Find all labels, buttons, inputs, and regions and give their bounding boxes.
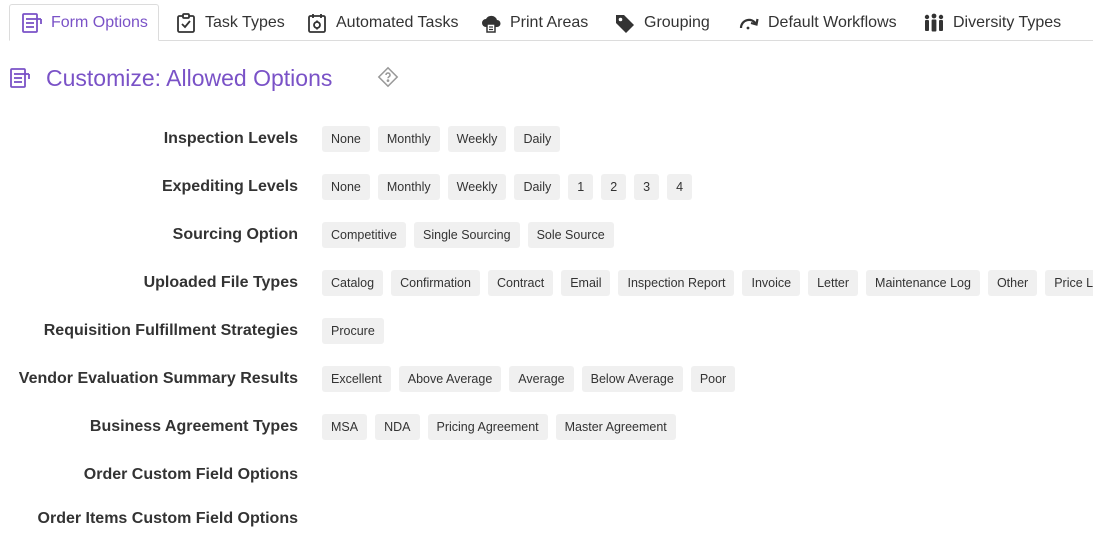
option-chips: None Monthly Weekly Daily 1 2 3 4 [322,174,693,200]
tab-task-types[interactable]: Task Types [175,4,285,41]
option-chip[interactable]: Average [509,366,574,392]
page-title: Customize: Allowed Options [46,64,333,91]
option-chip[interactable]: None [322,174,370,200]
option-chip[interactable]: Competitive [322,222,406,248]
option-chips: MSA NDA Pricing Agreement Master Agreement [322,414,676,440]
option-chip[interactable]: 2 [601,174,627,200]
tab-label: Task Types [205,13,285,31]
option-row: Order Custom Field Options [0,462,1093,490]
option-chip[interactable]: Daily [514,126,561,152]
redo-arrow-icon [738,12,760,34]
option-chip[interactable]: Single Sourcing [414,222,520,248]
option-chip[interactable]: Weekly [447,126,507,152]
option-chip[interactable]: Daily [514,174,561,200]
option-chips: Excellent Above Average Average Below Avera… [322,366,736,392]
row-label: Requisition Fulfillment Strategies [43,322,298,339]
option-chip[interactable]: Master Agreement [555,414,676,440]
tab-print-areas[interactable]: Print Areas [480,4,588,41]
option-chip[interactable]: Catalog [322,270,384,296]
option-chip[interactable]: Email [561,270,611,296]
option-chip[interactable]: Weekly [447,174,507,200]
option-chip[interactable]: MSA [322,414,368,440]
option-chips: None Monthly Weekly Daily [322,126,561,152]
option-chip[interactable]: None [322,126,370,152]
option-chip[interactable]: Inspection Report [618,270,735,296]
option-chip[interactable]: 4 [667,174,693,200]
option-row: Order Items Custom Field Options [0,506,1093,534]
option-chip[interactable]: Procure [322,318,384,344]
option-chip[interactable]: 3 [634,174,660,200]
tab-automated-tasks[interactable]: Automated Tasks [306,4,458,41]
row-label: Inspection Levels [163,130,298,147]
printer-cloud-icon [480,12,502,34]
option-chip[interactable]: Other [987,270,1038,296]
option-row: Business Agreement Types MSA NDA Pricing Ag… [0,414,1093,442]
option-chip[interactable]: Maintenance Log [866,270,980,296]
clipboard-check-icon [175,12,197,34]
row-label: Order Items Custom Field Options [37,510,298,527]
row-label: Business Agreement Types [89,418,298,435]
tab-label: Automated Tasks [336,13,459,31]
tab-label: Default Workflows [768,13,897,31]
option-row: Requisition Fulfillment Strategies Procur… [0,318,1093,346]
option-row: Sourcing Option Competitive Single Sourcin… [0,222,1093,250]
tab-label: Grouping [644,13,710,31]
option-chips: Competitive Single Sourcing Sole Source [322,222,614,248]
tab-form-options[interactable]: Form Options [9,4,159,41]
option-chip[interactable]: Excellent [322,366,391,392]
row-label: Sourcing Option [172,226,298,243]
option-chip[interactable]: Pricing Agreement [427,414,548,440]
tag-icon [614,12,636,34]
option-chips: Catalog Confirmation Contract Email Inspecti… [322,270,1093,296]
option-chip[interactable]: Price List [1045,270,1093,296]
row-label: Expediting Levels [161,178,298,195]
option-chips: Procure [322,318,384,344]
calendar-gear-icon [306,12,328,34]
option-chip[interactable]: NDA [375,414,420,440]
option-chip[interactable]: Sole Source [527,222,614,248]
option-chip[interactable]: Monthly [377,126,440,152]
row-label: Uploaded File Types [143,274,298,291]
option-row: Expediting Levels None Monthly Weekly Daily 1… [0,174,1093,202]
tab-label: Print Areas [510,13,589,31]
form-icon [21,12,43,34]
option-row: Inspection Levels None Monthly Weekly Daily [0,126,1093,154]
option-row: Uploaded File Types Catalog Confirmation Co… [0,270,1093,298]
tab-default-workflows[interactable]: Default Workflows [738,4,897,41]
row-label: Vendor Evaluation Summary Results [18,370,298,387]
tab-label: Diversity Types [953,13,1062,31]
option-chip[interactable]: Confirmation [391,270,480,296]
option-chip[interactable]: Below Average [581,366,683,392]
tab-label: Form Options [51,13,148,31]
page-header: Customize: Allowed Options [9,62,332,94]
option-chip[interactable]: Poor [690,366,736,392]
tab-bar: Form Options Task Types Automated Tasks [9,4,1093,41]
option-chip[interactable]: Invoice [742,270,801,296]
option-chip[interactable]: Letter [808,270,859,296]
option-chip[interactable]: Above Average [398,366,502,392]
option-chip[interactable]: Monthly [377,174,440,200]
people-icon [923,12,945,34]
option-chip[interactable]: Contract [487,270,554,296]
tab-grouping[interactable]: Grouping [614,4,710,41]
form-icon [9,67,31,89]
option-row: Vendor Evaluation Summary Results Excelle… [0,366,1093,394]
option-chip[interactable]: 1 [568,174,594,200]
row-label: Order Custom Field Options [83,466,298,483]
tab-diversity-types[interactable]: Diversity Types [923,4,1061,41]
help-icon[interactable] [377,66,399,88]
